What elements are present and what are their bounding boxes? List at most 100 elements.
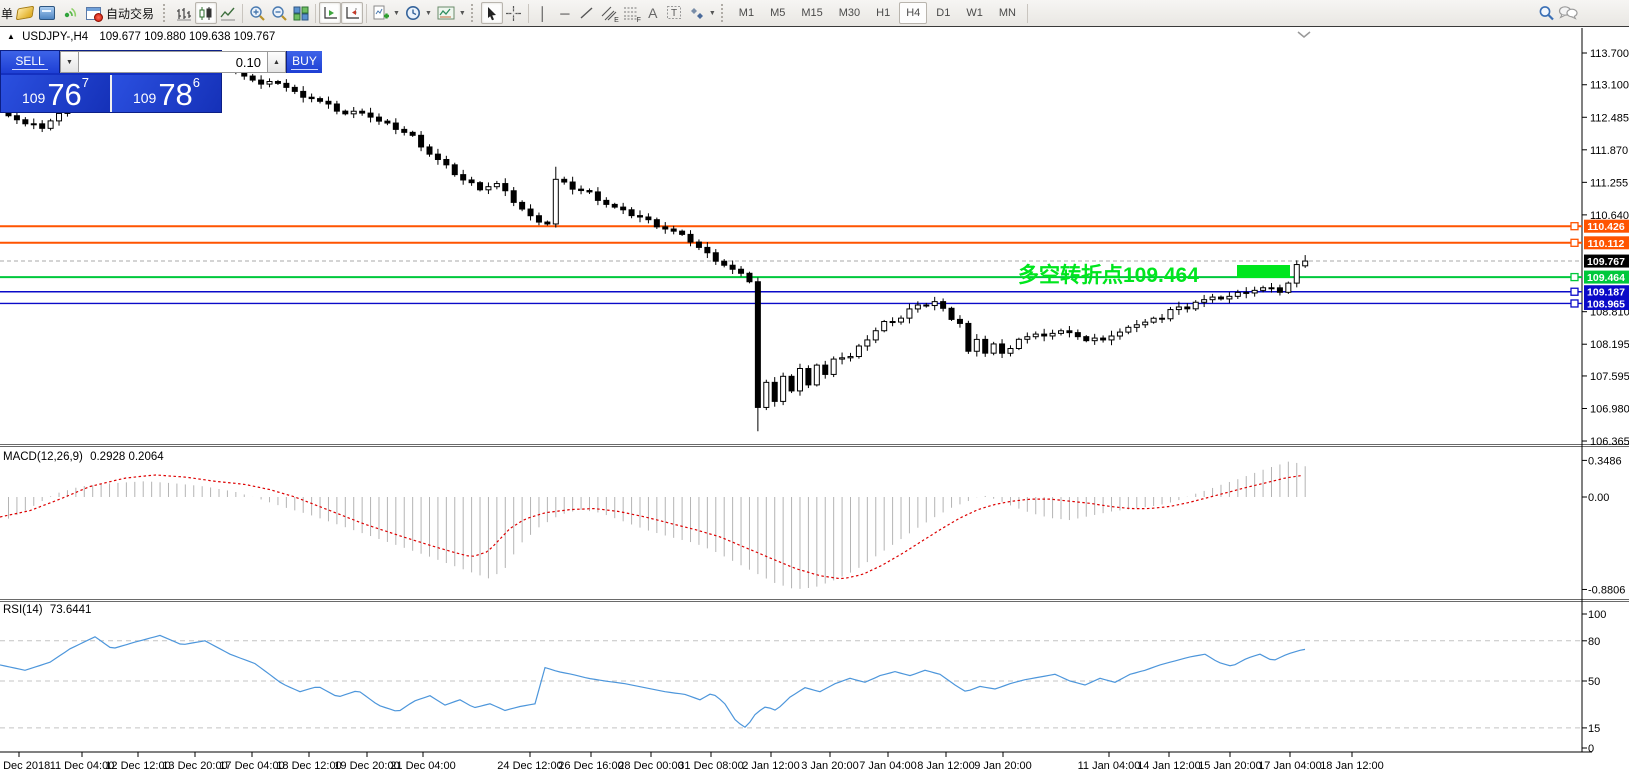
zoom-in-icon bbox=[249, 5, 266, 21]
bar-chart-button[interactable] bbox=[173, 2, 195, 24]
volume-increase-button[interactable]: ▲ bbox=[268, 51, 286, 73]
toolbar-grip bbox=[471, 4, 478, 22]
timeframe-m1[interactable]: M1 bbox=[732, 2, 761, 24]
rsi-label: RSI(14) 73.6441 bbox=[3, 604, 91, 616]
svg-text:106.980: 106.980 bbox=[1590, 403, 1629, 415]
svg-text:26 Dec 16:00: 26 Dec 16:00 bbox=[558, 760, 623, 772]
zoom-in-button[interactable] bbox=[246, 2, 268, 24]
search-button[interactable] bbox=[1535, 2, 1557, 24]
signals-button[interactable] bbox=[58, 2, 80, 24]
arrows-button[interactable] bbox=[686, 2, 708, 24]
rsi-name: RSI(14) bbox=[3, 604, 43, 616]
svg-text:109.464: 109.464 bbox=[1587, 272, 1625, 284]
svg-text:109.187: 109.187 bbox=[1587, 287, 1625, 299]
rsi-levels bbox=[0, 641, 1582, 728]
profiles-icon bbox=[39, 6, 55, 20]
chevron-down-icon[interactable] bbox=[1298, 32, 1310, 37]
chart-shift-button[interactable] bbox=[341, 2, 363, 24]
autotrading-button[interactable]: 自动交易 bbox=[80, 2, 160, 24]
volume-decrease-button[interactable]: ▼ bbox=[60, 51, 79, 73]
chart-canvas[interactable]: 113.700113.100112.485111.870111.255110.6… bbox=[0, 0, 1629, 776]
signals-icon bbox=[61, 5, 77, 21]
templates-button[interactable] bbox=[434, 2, 458, 24]
toolbar-separator bbox=[528, 4, 529, 23]
cursor-button[interactable] bbox=[481, 2, 503, 24]
svg-text:24 Dec 12:00: 24 Dec 12:00 bbox=[497, 760, 562, 772]
timeframe-w1[interactable]: W1 bbox=[959, 2, 990, 24]
zoom-out-button[interactable] bbox=[268, 2, 290, 24]
timeframe-h1[interactable]: H1 bbox=[869, 2, 897, 24]
sell-button[interactable]: SELL bbox=[1, 51, 60, 73]
one-click-trading-panel: SELL ▼ ▲ BUY 109 76 7 109 78 6 bbox=[0, 50, 222, 113]
macd-histogram bbox=[9, 462, 1306, 589]
sell-price-big: 76 bbox=[47, 79, 81, 110]
panel-toggle-icon[interactable]: ▲ bbox=[7, 32, 15, 41]
svg-text:0: 0 bbox=[1588, 743, 1594, 755]
horizontal-line-objects[interactable] bbox=[0, 226, 1582, 303]
chart-title: ▲ USDJPY-,H4 109.677 109.880 109.638 109… bbox=[7, 31, 275, 43]
timeframe-mn[interactable]: MN bbox=[992, 2, 1023, 24]
timeframe-m30[interactable]: M30 bbox=[832, 2, 867, 24]
text-label-button[interactable]: T bbox=[664, 2, 686, 24]
chat-button[interactable] bbox=[1557, 2, 1579, 24]
line-chart-button[interactable] bbox=[217, 2, 239, 24]
indicators-caret[interactable]: ▼ bbox=[393, 10, 400, 17]
rsi-value: 73.6441 bbox=[50, 604, 92, 616]
trendline-button[interactable] bbox=[576, 2, 598, 24]
svg-text:11 Jan 04:00: 11 Jan 04:00 bbox=[1078, 760, 1141, 772]
svg-text:109.767: 109.767 bbox=[1587, 256, 1625, 268]
indicators-button[interactable] bbox=[370, 2, 392, 24]
candlestick-chart-button[interactable] bbox=[195, 2, 217, 24]
profiles-button[interactable] bbox=[36, 2, 58, 24]
price-axis[interactable]: 113.700113.100112.485111.870111.255110.6… bbox=[1582, 48, 1629, 755]
timeframe-m5[interactable]: M5 bbox=[763, 2, 792, 24]
channel-button[interactable]: E bbox=[598, 2, 620, 24]
svg-text:17 Dec 04:00: 17 Dec 04:00 bbox=[219, 760, 284, 772]
text-button[interactable]: A bbox=[642, 2, 664, 24]
svg-text:31 Dec 08:00: 31 Dec 08:00 bbox=[678, 760, 743, 772]
timeframe-h4[interactable]: H4 bbox=[899, 2, 927, 24]
svg-text:0.3486: 0.3486 bbox=[1588, 455, 1622, 467]
svg-text:18 Dec 12:00: 18 Dec 12:00 bbox=[276, 760, 341, 772]
bar-chart-icon bbox=[176, 6, 192, 21]
svg-text:9 Jan 20:00: 9 Jan 20:00 bbox=[974, 760, 1032, 772]
crosshair-icon bbox=[506, 6, 521, 21]
new-chart-icon bbox=[16, 6, 34, 21]
annotation-text[interactable]: 多空转折点109.464 bbox=[1018, 263, 1199, 287]
buy-button[interactable]: BUY bbox=[286, 51, 322, 73]
svg-text:10 Dec 2018: 10 Dec 2018 bbox=[0, 760, 50, 772]
new-order-button[interactable]: 单 bbox=[0, 2, 14, 24]
timeframe-m15[interactable]: M15 bbox=[794, 2, 829, 24]
periods-button[interactable] bbox=[402, 2, 424, 24]
svg-text:17 Jan 04:00: 17 Jan 04:00 bbox=[1258, 760, 1322, 772]
periods-caret[interactable]: ▼ bbox=[425, 10, 432, 17]
horizontal-line-button[interactable]: ─ bbox=[554, 2, 576, 24]
buy-button-label: BUY bbox=[291, 54, 318, 70]
timeframe-d1[interactable]: D1 bbox=[929, 2, 957, 24]
volume-input[interactable] bbox=[79, 51, 268, 73]
mt4-window: 113.700113.100112.485111.870111.255110.6… bbox=[0, 0, 1629, 776]
vertical-line-button[interactable]: │ bbox=[532, 2, 554, 24]
ohlc-values: 109.677 109.880 109.638 109.767 bbox=[99, 31, 275, 43]
pane-chrome bbox=[0, 28, 1629, 752]
auto-scroll-button[interactable] bbox=[319, 2, 341, 24]
svg-text:111.870: 111.870 bbox=[1590, 145, 1628, 157]
time-axis[interactable]: 10 Dec 201811 Dec 04:0012 Dec 12:0013 De… bbox=[0, 752, 1384, 772]
buy-price-box[interactable]: 109 78 6 bbox=[112, 75, 221, 112]
periods-icon bbox=[405, 5, 421, 21]
zoom-out-icon bbox=[271, 5, 288, 21]
svg-text:111.255: 111.255 bbox=[1590, 177, 1628, 189]
svg-text:113.100: 113.100 bbox=[1590, 80, 1629, 92]
green-rectangle-object[interactable] bbox=[1237, 265, 1290, 278]
svg-text:50: 50 bbox=[1588, 676, 1600, 688]
new-chart-button[interactable] bbox=[14, 2, 36, 24]
crosshair-button[interactable] bbox=[503, 2, 525, 24]
templates-caret[interactable]: ▼ bbox=[459, 10, 466, 17]
svg-text:110.112: 110.112 bbox=[1588, 238, 1625, 250]
fibonacci-button[interactable]: F bbox=[620, 2, 642, 24]
svg-text:108.195: 108.195 bbox=[1590, 339, 1629, 351]
tile-windows-button[interactable] bbox=[290, 2, 312, 24]
sell-price-box[interactable]: 109 76 7 bbox=[1, 75, 112, 112]
arrows-caret[interactable]: ▼ bbox=[709, 10, 716, 17]
svg-text:21 Dec 04:00: 21 Dec 04:00 bbox=[390, 760, 455, 772]
